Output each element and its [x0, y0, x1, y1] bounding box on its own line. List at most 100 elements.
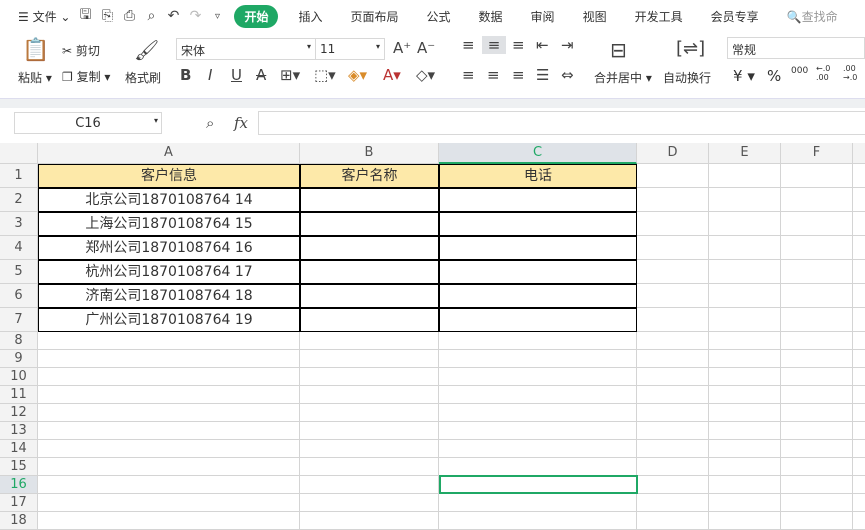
cell-A5[interactable]: 杭州公司1870108764 17 [38, 260, 300, 284]
cell-E15[interactable] [709, 458, 781, 476]
cell-C18[interactable] [439, 512, 637, 530]
cell-A2[interactable]: 北京公司1870108764 14 [38, 188, 300, 212]
cell-B1[interactable]: 客户名称 [300, 164, 439, 188]
distribute-icon[interactable]: ⇔ [561, 66, 574, 84]
clear-icon[interactable]: ◇▾ [416, 66, 435, 84]
cell-E11[interactable] [709, 386, 781, 404]
tab-4[interactable]: 数据 [465, 8, 517, 25]
cell-C11[interactable] [439, 386, 637, 404]
cell-E12[interactable] [709, 404, 781, 422]
cell-B5[interactable] [300, 260, 439, 284]
cell-A8[interactable] [38, 332, 300, 350]
cell-F14[interactable] [781, 440, 853, 458]
outdent-icon[interactable]: ⇤ [536, 36, 549, 54]
cell-B2[interactable] [300, 188, 439, 212]
align-bottom-icon[interactable]: ≡ [512, 36, 525, 54]
cell-F12[interactable] [781, 404, 853, 422]
tab-2[interactable]: 页面布局 [337, 8, 413, 25]
cell-B18[interactable] [300, 512, 439, 530]
cell-C9[interactable] [439, 350, 637, 368]
cell-E16[interactable] [709, 476, 781, 494]
cell-B13[interactable] [300, 422, 439, 440]
cell-A16[interactable] [38, 476, 300, 494]
row-header-13[interactable]: 13 [0, 422, 38, 440]
cell-F5[interactable] [781, 260, 853, 284]
cell-B14[interactable] [300, 440, 439, 458]
tab-8[interactable]: 会员专享 [697, 8, 773, 25]
cell-D11[interactable] [637, 386, 709, 404]
redo-icon[interactable]: ↷ [184, 8, 206, 24]
cell-G6[interactable] [853, 284, 865, 308]
row-header-15[interactable]: 15 [0, 458, 38, 476]
cell-F13[interactable] [781, 422, 853, 440]
cell-G14[interactable] [853, 440, 865, 458]
cell-D10[interactable] [637, 368, 709, 386]
cell-C2[interactable] [439, 188, 637, 212]
cell-D1[interactable] [637, 164, 709, 188]
cell-style-icon[interactable]: ⬚▾ [314, 66, 336, 84]
cell-B15[interactable] [300, 458, 439, 476]
cell-A13[interactable] [38, 422, 300, 440]
row-header-7[interactable]: 7 [0, 308, 38, 332]
cell-E2[interactable] [709, 188, 781, 212]
cell-D17[interactable] [637, 494, 709, 512]
column-header-D[interactable]: D [637, 143, 709, 164]
cell-G8[interactable] [853, 332, 865, 350]
cell-E3[interactable] [709, 212, 781, 236]
row-header-6[interactable]: 6 [0, 284, 38, 308]
cell-E17[interactable] [709, 494, 781, 512]
cell-B4[interactable] [300, 236, 439, 260]
border-icon[interactable]: ⊞▾ [280, 66, 300, 84]
cell-B3[interactable] [300, 212, 439, 236]
cell-G10[interactable] [853, 368, 865, 386]
cell-D4[interactable] [637, 236, 709, 260]
cell-D7[interactable] [637, 308, 709, 332]
cell-C12[interactable] [439, 404, 637, 422]
row-header-9[interactable]: 9 [0, 350, 38, 368]
row-header-3[interactable]: 3 [0, 212, 38, 236]
cell-C7[interactable] [439, 308, 637, 332]
cell-B9[interactable] [300, 350, 439, 368]
column-header-extra[interactable] [853, 143, 865, 164]
export-icon[interactable]: ⎘ [96, 8, 118, 24]
wrap-text-button[interactable]: 自动换行 [663, 69, 711, 86]
cell-G18[interactable] [853, 512, 865, 530]
tab-1[interactable]: 插入 [284, 8, 336, 25]
cell-D14[interactable] [637, 440, 709, 458]
row-header-18[interactable]: 18 [0, 512, 38, 530]
cell-A18[interactable] [38, 512, 300, 530]
cell-C5[interactable] [439, 260, 637, 284]
cell-F3[interactable] [781, 212, 853, 236]
cell-A7[interactable]: 广州公司1870108764 19 [38, 308, 300, 332]
align-center-icon[interactable]: ≡ [487, 66, 500, 84]
tab-5[interactable]: 审阅 [517, 8, 569, 25]
cell-D6[interactable] [637, 284, 709, 308]
cell-D18[interactable] [637, 512, 709, 530]
italic-icon[interactable]: I [208, 66, 212, 84]
row-header-1[interactable]: 1 [0, 164, 38, 188]
underline-icon[interactable]: U [231, 66, 242, 84]
cell-D15[interactable] [637, 458, 709, 476]
cell-C1[interactable]: 电话 [439, 164, 637, 188]
cell-G16[interactable] [853, 476, 865, 494]
format-painter-button[interactable]: 格式刷 [125, 69, 161, 86]
cell-F6[interactable] [781, 284, 853, 308]
cell-F4[interactable] [781, 236, 853, 260]
cell-F17[interactable] [781, 494, 853, 512]
cell-G13[interactable] [853, 422, 865, 440]
cell-A17[interactable] [38, 494, 300, 512]
cell-G2[interactable] [853, 188, 865, 212]
increase-decimal-button[interactable]: ←.0 .00 [816, 64, 834, 82]
decrease-decimal-button[interactable]: .00 →.0 [843, 64, 861, 82]
cell-A10[interactable] [38, 368, 300, 386]
cell-F11[interactable] [781, 386, 853, 404]
font-select[interactable]: 宋体 ▾ [176, 38, 316, 60]
cell-D16[interactable] [637, 476, 709, 494]
increase-font-icon[interactable]: A⁺ [393, 39, 411, 57]
paste-button[interactable]: 粘贴 ▾ [18, 69, 52, 86]
cell-A12[interactable] [38, 404, 300, 422]
row-header-11[interactable]: 11 [0, 386, 38, 404]
cell-E14[interactable] [709, 440, 781, 458]
cell-A4[interactable]: 郑州公司1870108764 16 [38, 236, 300, 260]
row-header-17[interactable]: 17 [0, 494, 38, 512]
